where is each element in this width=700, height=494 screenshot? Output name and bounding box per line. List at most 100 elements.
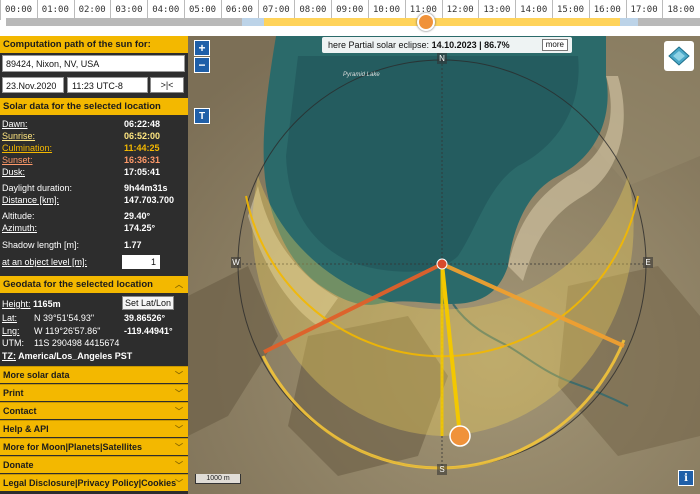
chevron-down-icon: ﹀ <box>175 461 183 470</box>
distance-label[interactable]: Distance [km]: <box>2 194 59 206</box>
dusk-value: 17:05:41 <box>124 167 161 177</box>
timeline-daylight-segment <box>264 18 620 26</box>
lng-label: Lng: <box>2 326 20 336</box>
daylight-value: 9h44m31s <box>124 183 168 193</box>
daylight-row: Daylight duration: 9h44m31s <box>2 182 184 194</box>
shadow-label: Shadow length [m]: <box>2 240 80 250</box>
layers-button[interactable] <box>664 41 694 71</box>
sunrise-row: Sunrise: 06:52:00 <box>2 130 184 142</box>
altitude-value: 29.40° <box>124 211 151 221</box>
eclipse-prefix: here Partial solar eclipse: <box>328 40 430 50</box>
menu-more-solar-data[interactable]: More solar data ﹀ <box>0 366 188 383</box>
culmination-row: Culmination: 11:44:25 <box>2 142 184 154</box>
tz-label: TZ: America/Los_Angeles PST <box>2 351 133 361</box>
map-view[interactable]: Pyramid Lake + − T here Partial solar ec… <box>188 36 700 494</box>
chevron-down-icon: ﹀ <box>175 479 183 488</box>
lat-label: Lat: <box>2 313 18 323</box>
satellite-map-graphic <box>188 36 700 494</box>
timeline-hour-label: 16:00 <box>588 0 626 20</box>
azimuth-label[interactable]: Azimuth: <box>2 222 37 234</box>
compass-east: E <box>643 257 653 268</box>
sun-position-marker <box>449 425 471 447</box>
timeline-knob[interactable] <box>417 13 435 31</box>
height-label: Height: 1165m <box>2 299 61 309</box>
chevron-down-icon: ﹀ <box>175 443 183 452</box>
shadow-row: Shadow length [m]: 1.77 <box>2 239 184 251</box>
lng-row: Lng: W 119°26'57.86" -119.44941° <box>2 325 184 337</box>
culmination-value: 11:44:25 <box>124 143 160 153</box>
object-level-input[interactable]: 1 <box>122 255 160 269</box>
time-input[interactable]: 11:23 UTC-8 <box>67 77 148 93</box>
timeline-hour-label: 12:00 <box>441 0 479 20</box>
geodata-header[interactable]: Geodata for the selected location ︿ <box>0 276 188 293</box>
path-header: Computation path of the sun for: <box>0 36 188 53</box>
chevron-up-icon: ︿ <box>175 280 183 289</box>
zoom-in-button[interactable]: + <box>194 40 210 56</box>
tz-row: TZ: America/Los_Angeles PST <box>2 350 184 362</box>
timeline-hour-label: 13:00 <box>478 0 515 20</box>
distance-value: 147.703.700 <box>124 195 175 205</box>
distance-row: Distance [km]: 147.703.700 <box>2 194 184 206</box>
timeline-hour-label: 07:00 <box>257 0 295 20</box>
compass-south: S <box>437 464 447 475</box>
dusk-label[interactable]: Dusk: <box>2 166 25 178</box>
lat-dms: N 39°51'54.93" <box>34 313 95 323</box>
utm-label: UTM: <box>2 338 24 348</box>
azimuth-row: Azimuth: 174.25° <box>2 222 184 234</box>
menu-help-api[interactable]: Help & API ﹀ <box>0 420 188 437</box>
timeline-hour-labels: 00:00 01:00 02:00 03:00 04:00 05:00 06:00 07:00… <box>0 0 700 20</box>
time-slider[interactable]: 00:00 01:00 02:00 03:00 04:00 05:00 06:00 07:00… <box>0 0 700 36</box>
info-button[interactable]: i <box>678 470 694 486</box>
utm-row: UTM: 11S 290498 4415674 <box>2 337 184 349</box>
timeline-hour-label: 09:00 <box>331 0 368 20</box>
azimuth-value: 174.25° <box>124 223 156 233</box>
map-scale: 1000 m <box>195 474 241 484</box>
set-latlon-button[interactable]: Set Lat/Lon <box>122 296 174 310</box>
utm-value: 11S 290498 4415674 <box>34 338 120 348</box>
object-level-label[interactable]: at an object level [m]: <box>2 256 87 268</box>
height-value: 1165m <box>33 299 61 309</box>
sunrise-label[interactable]: Sunrise: <box>2 130 35 142</box>
eclipse-more-button[interactable]: more <box>541 39 568 51</box>
timeline-hour-label: 02:00 <box>73 0 111 20</box>
timeline-hour-label: 03:00 <box>110 0 147 20</box>
location-marker <box>436 258 448 270</box>
menu-legal[interactable]: Legal Disclosure|Privacy Policy|Cookies ﹀ <box>0 474 188 491</box>
tz-value: America/Los_Angeles PST <box>18 351 133 361</box>
compass-west: W <box>231 257 241 268</box>
dawn-label[interactable]: Dawn: <box>2 118 28 130</box>
sunrise-value: 06:52:00 <box>124 131 161 141</box>
timeline-hour-label: 17:00 <box>625 0 663 20</box>
date-input[interactable]: 23.Nov.2020 <box>2 77 64 93</box>
menu-print[interactable]: Print ﹀ <box>0 384 188 401</box>
timeline-hour-label: 01:00 <box>36 0 74 20</box>
dawn-value: 06:22:48 <box>124 119 161 129</box>
timeline-hour-label: 18:00 <box>662 0 699 20</box>
timeline-hour-label: 08:00 <box>294 0 331 20</box>
chevron-down-icon: ﹀ <box>175 407 183 416</box>
lat-row: Lat: N 39°51'54.93" 39.86526° <box>2 312 184 324</box>
timeline-dawn-segment <box>242 18 264 26</box>
eclipse-banner: here Partial solar eclipse: 14.10.2023 |… <box>322 37 572 53</box>
timeline-hour-label: 04:00 <box>147 0 184 20</box>
now-button[interactable]: >|< <box>150 77 184 93</box>
culmination-label[interactable]: Culmination: <box>2 142 52 154</box>
chevron-down-icon: ﹀ <box>175 371 183 380</box>
sunset-row: Sunset: 16:36:31 <box>2 154 184 166</box>
lng-decimal: -119.44941° <box>124 326 173 336</box>
timeline-hour-label: 10:00 <box>367 0 405 20</box>
timeline-hour-label: 15:00 <box>551 0 589 20</box>
address-input[interactable]: 89424, Nixon, NV, USA <box>2 55 185 72</box>
zoom-out-button[interactable]: − <box>194 57 210 73</box>
terrain-toggle-button[interactable]: T <box>194 108 210 124</box>
daylight-label: Daylight duration: <box>2 183 73 193</box>
sunset-label[interactable]: Sunset: <box>2 154 33 166</box>
menu-contact[interactable]: Contact ﹀ <box>0 402 188 419</box>
layers-icon <box>668 46 690 66</box>
sidebar: Computation path of the sun for: 89424, … <box>0 36 188 494</box>
lat-decimal: 39.86526° <box>124 313 166 323</box>
menu-donate[interactable]: Donate ﹀ <box>0 456 188 473</box>
menu-moon-planets[interactable]: More for Moon|Planets|Satellites ﹀ <box>0 438 188 455</box>
lake-label: Pyramid Lake <box>343 72 380 78</box>
compass-north: N <box>437 53 447 64</box>
